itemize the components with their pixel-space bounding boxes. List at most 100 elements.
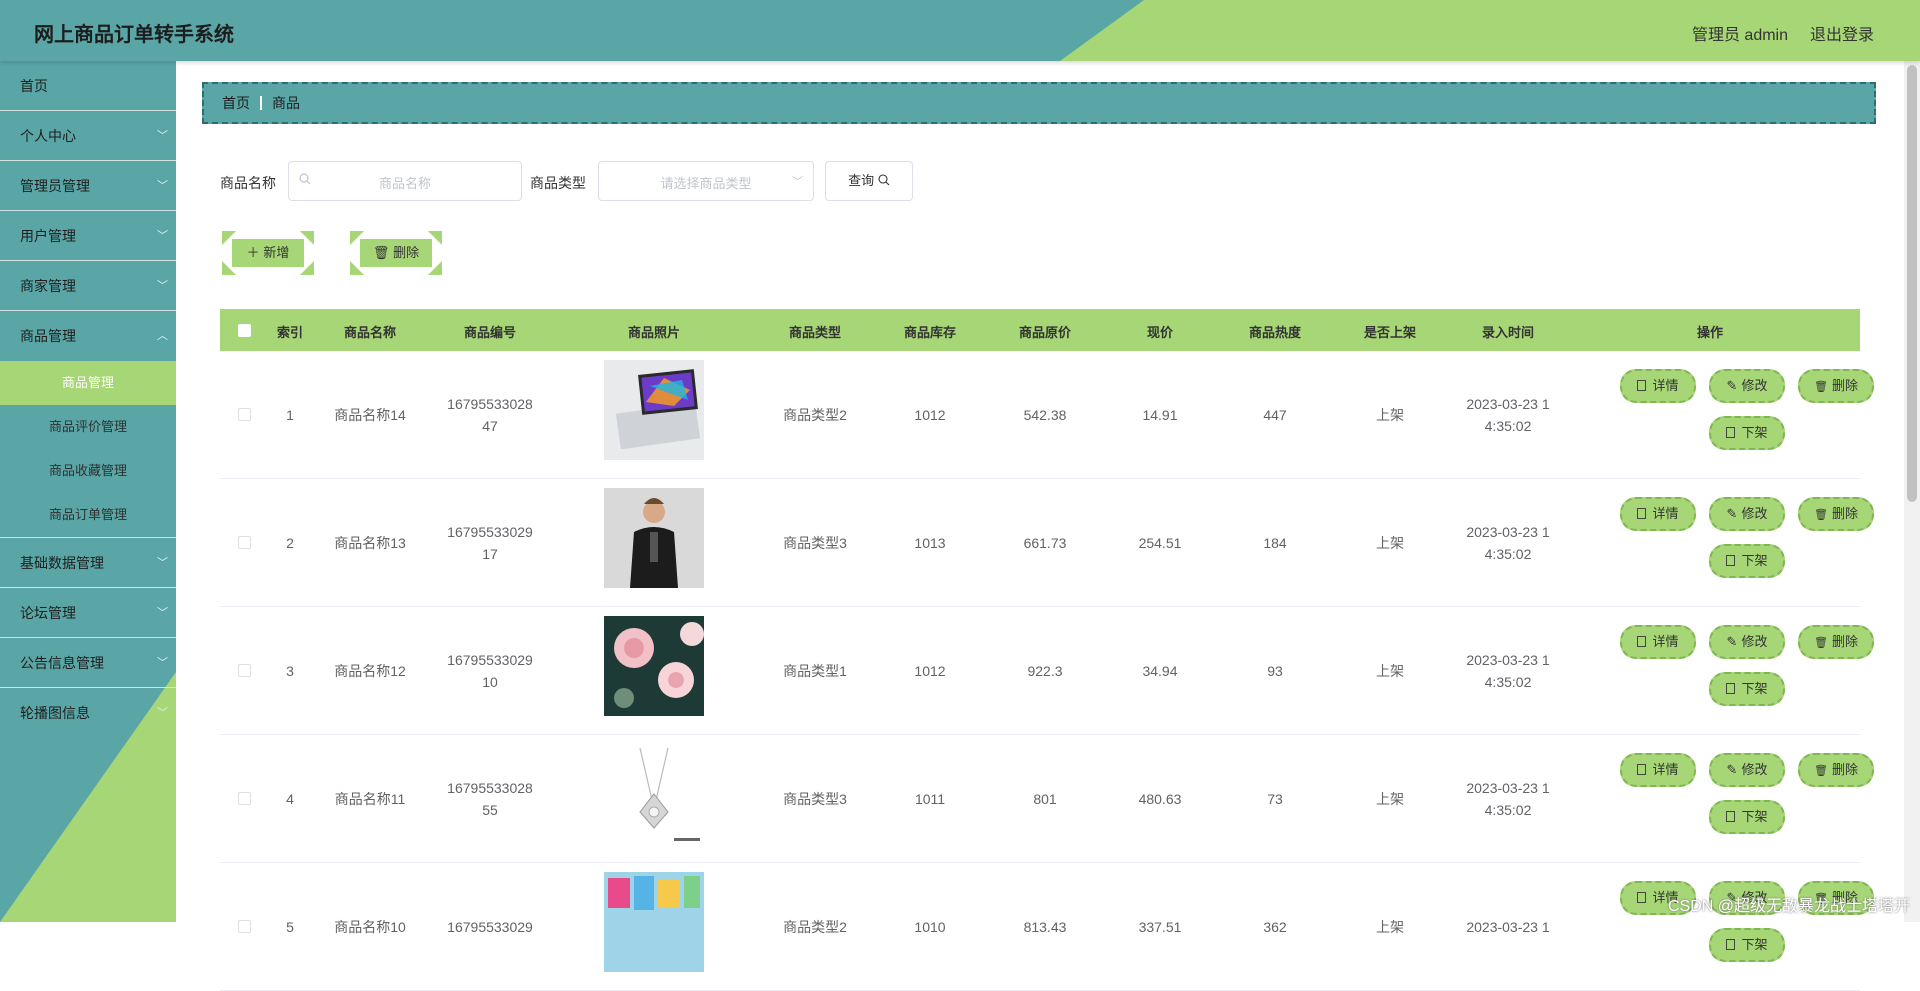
sidebar-item-notices[interactable]: 公告信息管理 ﹀ xyxy=(0,638,176,688)
logout-link[interactable]: 退出登录 xyxy=(1810,21,1874,45)
code-line: 16795533028 xyxy=(447,395,533,412)
edit-label: 修改 xyxy=(1741,634,1768,649)
add-button[interactable]: ＋ 新增 xyxy=(220,229,316,277)
vertical-scrollbar[interactable] xyxy=(1904,61,1920,922)
delete-label: 删除 xyxy=(1831,506,1858,521)
detail-button[interactable]: 详情 xyxy=(1620,753,1696,787)
edit-button[interactable]: ✎ 修改 xyxy=(1709,625,1785,659)
table-row: 3 商品名称12 16795533029 10 商品类型1 1012 922.3 34.94 9… xyxy=(220,607,1874,735)
col-header: 商品热度 xyxy=(1248,325,1301,340)
cell-index: 3 xyxy=(286,662,294,679)
time-line: 4:35:02 xyxy=(1484,417,1532,434)
offshelf-button[interactable]: 下架 xyxy=(1709,800,1785,834)
detail-label: 详情 xyxy=(1652,506,1679,521)
sidebar-item-label: 公告信息管理 xyxy=(20,655,104,671)
delete-button[interactable]: 🗑 删除 xyxy=(1798,625,1874,659)
delete-button-label: 删除 xyxy=(393,245,420,260)
time-line: 4:35:02 xyxy=(1484,801,1532,818)
document-icon xyxy=(1637,764,1647,775)
product-photo xyxy=(604,616,704,716)
breadcrumb-separator xyxy=(260,96,262,110)
col-header: 商品照片 xyxy=(627,325,680,340)
cell-stock: 1013 xyxy=(914,534,946,551)
select-all-checkbox[interactable] xyxy=(238,324,251,337)
cell-code: 16795533028 47 xyxy=(435,351,545,478)
cell-heat: 184 xyxy=(1263,534,1287,551)
detail-button[interactable]: 详情 xyxy=(1620,625,1696,659)
cell-heat: 93 xyxy=(1267,662,1283,679)
cell-time: 2023-03-23 1 4:35:02 xyxy=(1453,607,1563,734)
row-checkbox[interactable] xyxy=(238,664,251,677)
sidebar-item-label: 轮播图信息 xyxy=(20,705,90,721)
col-header: 商品编号 xyxy=(463,325,516,340)
edit-button[interactable]: ✎ 修改 xyxy=(1709,753,1785,787)
document-icon xyxy=(1726,555,1736,566)
cell-type: 商品类型3 xyxy=(783,790,847,807)
chevron-down-icon: ﹀ xyxy=(157,657,168,669)
offshelf-button[interactable]: 下架 xyxy=(1709,672,1785,706)
cell-orig: 922.3 xyxy=(1027,662,1063,679)
sidebar-item-basedata[interactable]: 基础数据管理 ﹀ xyxy=(0,538,176,588)
cell-heat: 362 xyxy=(1263,918,1287,935)
sidebar-item-products[interactable]: 商品管理 ︿ xyxy=(0,311,176,361)
breadcrumb-home[interactable]: 首页 xyxy=(222,95,250,111)
col-header: 商品名称 xyxy=(343,325,396,340)
detail-button[interactable]: 详情 xyxy=(1620,369,1696,403)
sidebar-subitem-orders[interactable]: 商品订单管理 xyxy=(0,493,176,537)
sidebar-item-carousel[interactable]: 轮播图信息 ﹀ xyxy=(0,688,176,738)
time-line: 2023-03-23 1 xyxy=(1466,779,1550,796)
cell-type: 商品类型1 xyxy=(783,662,847,679)
col-header: 现价 xyxy=(1146,325,1173,340)
document-icon xyxy=(1637,892,1647,903)
query-button[interactable]: 查询 xyxy=(825,161,913,201)
delete-button[interactable]: 🗑 删除 xyxy=(1798,369,1874,403)
offshelf-label: 下架 xyxy=(1741,937,1768,952)
time-line: 2023-03-23 1 xyxy=(1466,523,1550,540)
offshelf-label: 下架 xyxy=(1741,681,1768,696)
sidebar-subitem-products[interactable]: 商品管理 xyxy=(0,361,176,405)
offshelf-button[interactable]: 下架 xyxy=(1709,416,1785,450)
detail-label: 详情 xyxy=(1652,634,1679,649)
batch-delete-button[interactable]: 🗑 删除 xyxy=(348,229,444,277)
cell-time: 2023-03-23 1 4:35:02 xyxy=(1453,479,1563,606)
app-title: 网上商品订单转手系统 xyxy=(34,24,234,46)
document-icon xyxy=(1637,508,1647,519)
row-checkbox[interactable] xyxy=(238,792,251,805)
delete-button[interactable]: 🗑 删除 xyxy=(1798,497,1874,531)
sidebar-subitem-reviews[interactable]: 商品评价管理 xyxy=(0,405,176,449)
sidebar-item-merchants[interactable]: 商家管理 ﹀ xyxy=(0,261,176,311)
sidebar-item-home[interactable]: 首页 xyxy=(0,61,176,111)
sidebar-subitem-favorites[interactable]: 商品收藏管理 xyxy=(0,449,176,493)
chevron-down-icon: ﹀ xyxy=(157,280,168,292)
edit-button[interactable]: ✎ 修改 xyxy=(1709,369,1785,403)
admin-user: 管理员 admin xyxy=(1691,27,1788,44)
product-name-input[interactable]: 商品名称 xyxy=(288,161,522,201)
row-checkbox[interactable] xyxy=(238,408,251,421)
time-line: 4:35:02 xyxy=(1484,545,1532,562)
col-header: 商品库存 xyxy=(903,325,956,340)
scrollbar-thumb[interactable] xyxy=(1907,65,1917,502)
sidebar-item-forum[interactable]: 论坛管理 ﹀ xyxy=(0,588,176,638)
cell-heat: 73 xyxy=(1267,790,1283,807)
watermark: CSDN @超级无敌暴龙战士塔塔开 xyxy=(1667,898,1910,915)
offshelf-button[interactable]: 下架 xyxy=(1709,928,1785,962)
cell-code: 16795533029 10 xyxy=(435,607,545,734)
cell-time: 2023-03-23 1 xyxy=(1453,863,1563,990)
sidebar-item-admins[interactable]: 管理员管理 ﹀ xyxy=(0,161,176,211)
sidebar-item-users[interactable]: 用户管理 ﹀ xyxy=(0,211,176,261)
detail-button[interactable]: 详情 xyxy=(1620,497,1696,531)
code-line: 16795533029 xyxy=(447,651,533,668)
sidebar-item-profile[interactable]: 个人中心 ﹀ xyxy=(0,111,176,161)
offshelf-label: 下架 xyxy=(1741,425,1768,440)
cell-heat: 447 xyxy=(1263,406,1287,423)
delete-button[interactable]: 🗑 删除 xyxy=(1798,753,1874,787)
edit-button[interactable]: ✎ 修改 xyxy=(1709,497,1785,531)
cell-name: 商品名称10 xyxy=(334,918,406,935)
product-type-select[interactable]: 请选择商品类型 ﹀ xyxy=(598,161,814,201)
cell-price: 14.91 xyxy=(1142,406,1178,423)
code-line: 16795533029 xyxy=(447,918,533,935)
row-checkbox[interactable] xyxy=(238,536,251,549)
offshelf-label: 下架 xyxy=(1741,553,1768,568)
code-line: 17 xyxy=(482,545,498,562)
offshelf-button[interactable]: 下架 xyxy=(1709,544,1785,578)
